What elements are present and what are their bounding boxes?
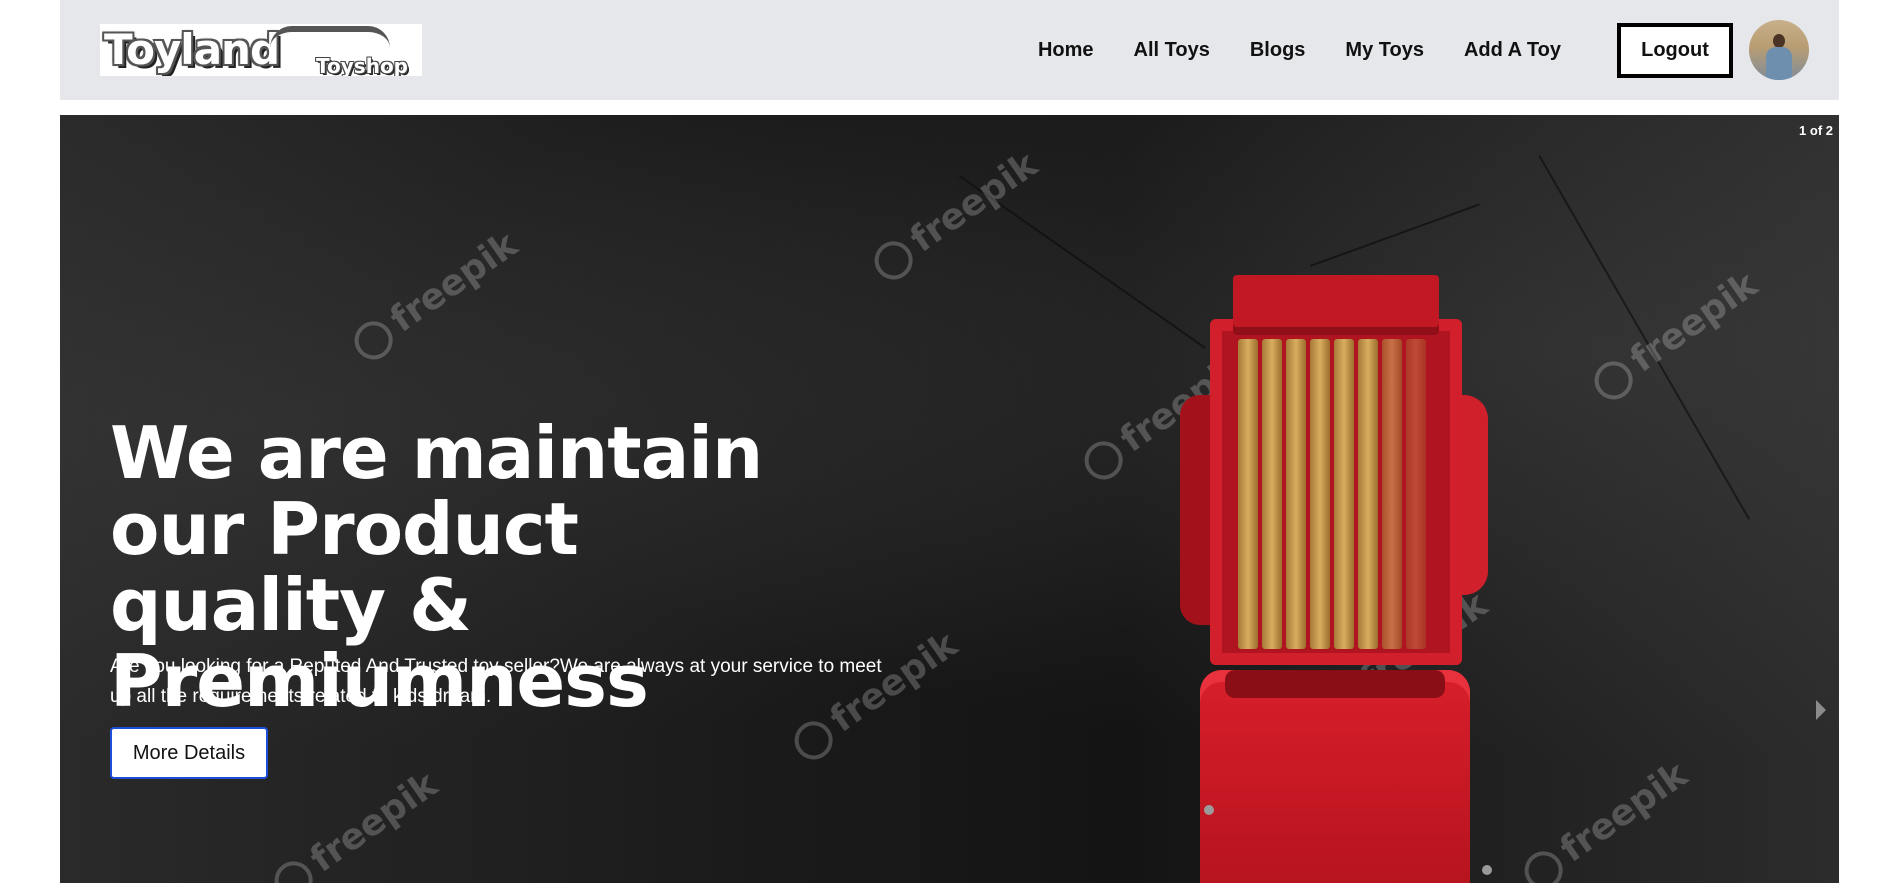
truck-plank	[1358, 339, 1378, 649]
watermark: freepik	[265, 764, 445, 883]
nav-link-home[interactable]: Home	[1018, 39, 1114, 62]
hero-carousel: freepik freepik freepik freepik freepik …	[60, 115, 1839, 883]
logout-button[interactable]: Logout	[1617, 22, 1733, 78]
avatar-head	[1773, 34, 1785, 48]
watermark: freepik	[345, 224, 525, 367]
truck-pin	[1204, 805, 1214, 815]
red-toy-truck-image	[1180, 275, 1580, 883]
nav-link-my-toys[interactable]: My Toys	[1325, 39, 1444, 62]
truck-pin	[1482, 865, 1492, 875]
truck-plank	[1382, 339, 1402, 649]
truck-plank	[1406, 339, 1426, 649]
texture-crack	[1310, 203, 1480, 267]
truck-tailgate	[1233, 275, 1439, 335]
logo-swoosh	[270, 26, 390, 48]
truck-cab-window	[1225, 670, 1445, 698]
slide-counter: 1 of 2	[1799, 123, 1833, 138]
truck-plank	[1310, 339, 1330, 649]
chevron-right-icon[interactable]	[1816, 700, 1826, 720]
nav-link-all-toys[interactable]: All Toys	[1114, 39, 1230, 62]
truck-plank	[1238, 339, 1258, 649]
nav-links: Home All Toys Blogs My Toys Add A Toy	[1018, 39, 1581, 62]
more-details-button[interactable]: More Details	[110, 727, 268, 779]
nav-link-add-a-toy[interactable]: Add A Toy	[1444, 39, 1581, 62]
avatar-body	[1766, 47, 1792, 80]
nav-right: Home All Toys Blogs My Toys Add A Toy Lo…	[1018, 20, 1809, 80]
truck-plank	[1334, 339, 1354, 649]
nav-link-blogs[interactable]: Blogs	[1230, 39, 1326, 62]
truck-cab	[1200, 670, 1470, 883]
truck-plank	[1262, 339, 1282, 649]
site-logo[interactable]: Toyland Toyshop	[100, 24, 422, 76]
user-avatar[interactable]	[1749, 20, 1809, 80]
logo-subtext: Toyshop	[316, 54, 408, 76]
navbar: Toyland Toyshop Home All Toys Blogs My T…	[60, 0, 1839, 100]
truck-plank	[1286, 339, 1306, 649]
hero-subtitle: Are you looking for a Reputed And Truste…	[110, 656, 882, 707]
